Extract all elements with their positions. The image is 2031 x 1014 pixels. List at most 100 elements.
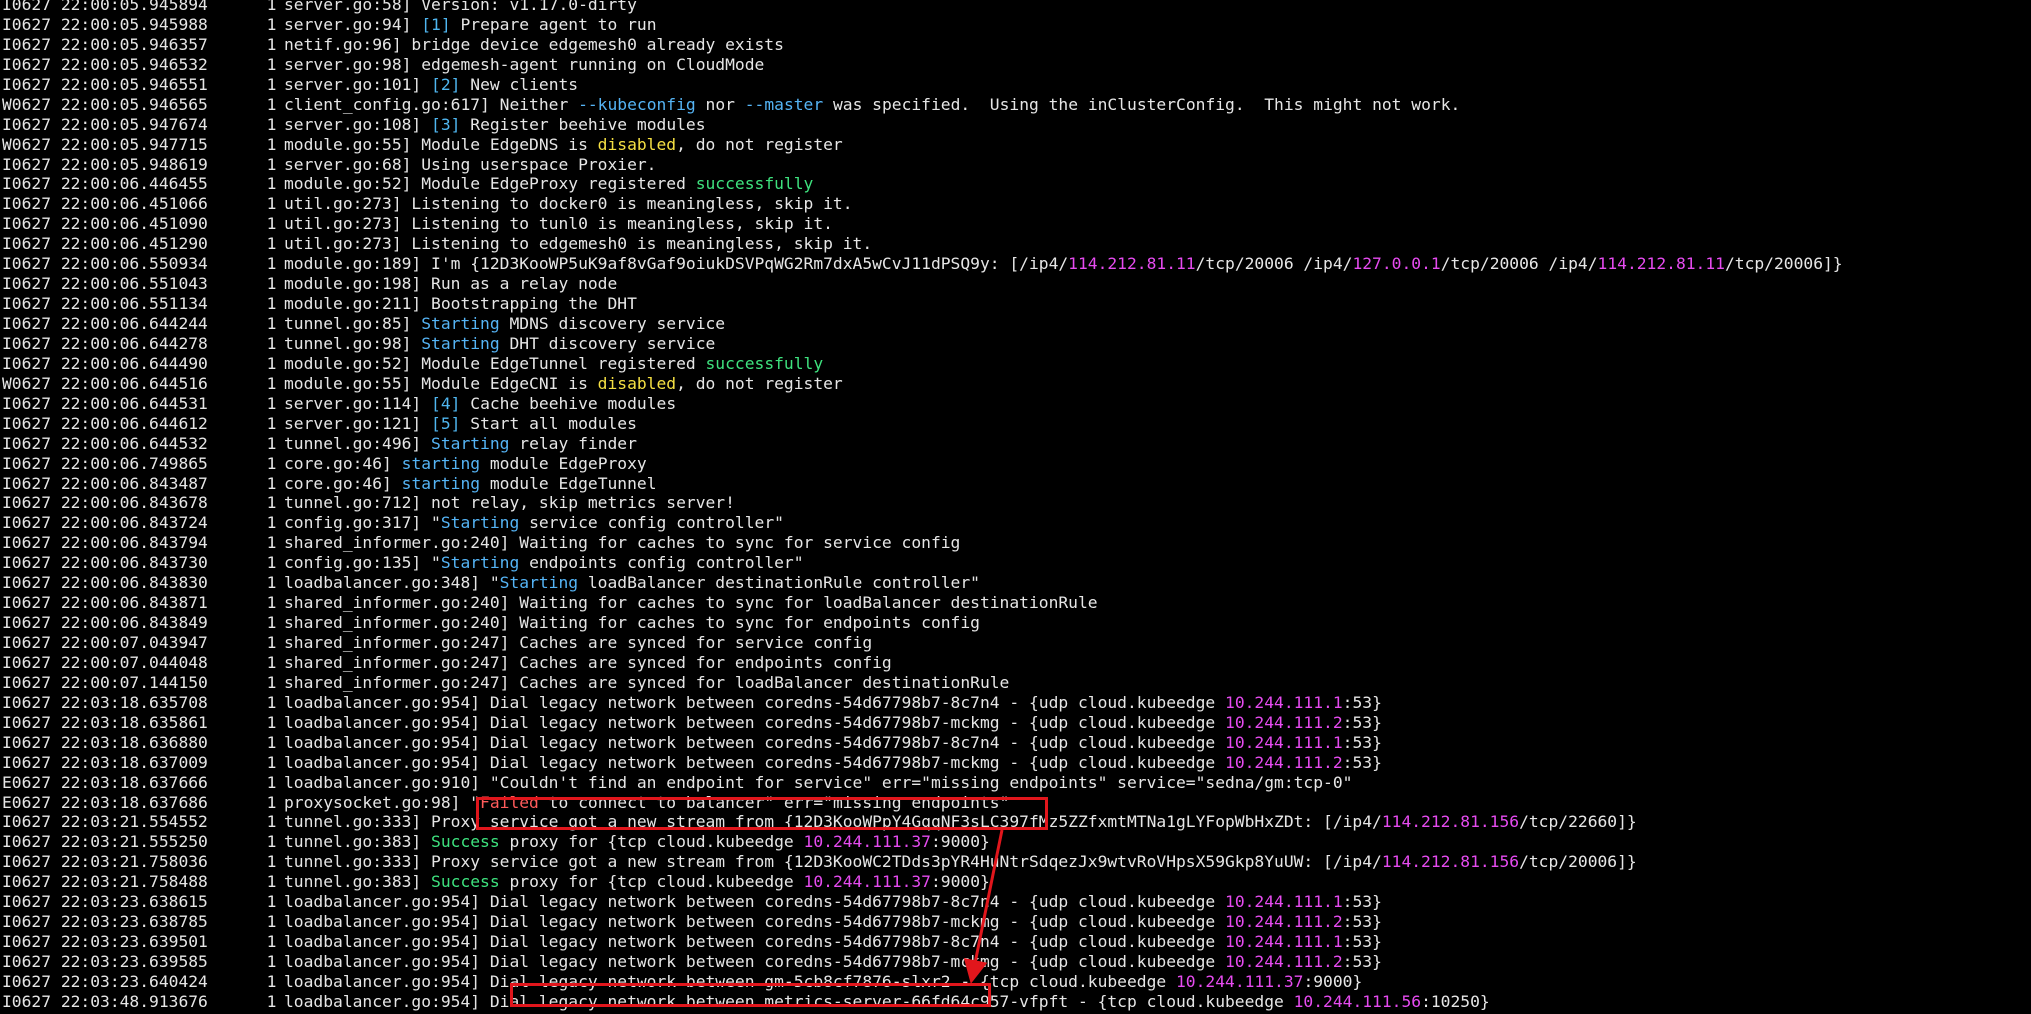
log-text: client_config.go:617] Neither [284, 94, 579, 114]
log-text: was specified. Using the inClusterConfig… [823, 94, 1461, 114]
log-line: I0627 22:00:06.843794 1 shared_informer.g… [0, 533, 2031, 553]
log-line: I0627 22:03:21.758488 1 tunnel.go:383] Su… [0, 872, 2031, 892]
log-text: core.go:46] [284, 473, 402, 493]
log-timestamp: I0627 22:00:06.843871 1 [2, 593, 277, 613]
log-text: /tcp/20006 /ip4/ [1195, 254, 1353, 274]
log-line: I0627 22:00:05.946551 1 server.go:101] [2… [0, 75, 2031, 95]
log-text: module EdgeProxy [480, 453, 647, 473]
log-warn-token: disabled [597, 373, 677, 393]
log-timestamp: I0627 22:00:05.948619 1 [2, 154, 277, 174]
log-line: I0627 22:00:06.451290 1 util.go:273] List… [0, 234, 2031, 254]
log-line: I0627 22:00:05.945894 1 server.go:58] Ver… [0, 0, 2031, 15]
log-text: to connect to balancer" err="missing end… [538, 792, 1010, 812]
log-timestamp: I0627 22:03:21.554552 1 [2, 812, 277, 832]
log-text: module.go:55] Module EdgeDNS is [284, 134, 598, 154]
log-ip-token: 10.244.111.37 [803, 832, 931, 852]
log-timestamp: I0627 22:00:06.644531 1 [2, 393, 277, 413]
log-line: I0627 22:00:06.843724 1 config.go:317] "S… [0, 513, 2031, 533]
log-text: tunnel.go:333] Proxy service got a new s… [284, 812, 1382, 832]
log-text: server.go:68] Using userspace Proxier. [284, 154, 657, 174]
log-text: proxy for {tcp cloud.kubeedge [499, 872, 804, 892]
log-line: I0627 22:00:06.446455 1 module.go:52] Mod… [0, 174, 2031, 194]
log-timestamp: I0627 22:00:06.451066 1 [2, 194, 277, 214]
log-ip-token: 114.212.81.156 [1381, 852, 1520, 872]
log-start-token: starting [401, 473, 481, 493]
log-timestamp: I0627 22:00:05.946551 1 [2, 74, 277, 94]
log-start-token: Starting [421, 314, 500, 333]
log-text: tunnel.go:383] [284, 832, 432, 852]
log-timestamp: W0627 22:00:05.947715 1 [2, 134, 277, 154]
log-text: server.go:114] [284, 393, 432, 413]
log-text: loadbalancer.go:954] Dial legacy network… [284, 971, 1176, 991]
log-line: I0627 22:00:06.644278 1 tunnel.go:98] Sta… [0, 334, 2031, 354]
log-timestamp: I0627 22:03:18.636880 1 [2, 732, 277, 752]
log-text: :53} [1342, 752, 1382, 772]
log-timestamp: I0627 22:00:06.644278 1 [2, 333, 277, 353]
log-timestamp: I0627 22:00:06.843849 1 [2, 613, 277, 633]
log-text: :53} [1342, 732, 1382, 752]
log-line: I0627 22:00:06.749865 1 core.go:46] start… [0, 454, 2031, 474]
log-text: :9000} [930, 872, 990, 892]
log-text: module.go:211] Bootstrapping the DHT [284, 294, 637, 314]
log-ip-token: 10.244.111.2 [1225, 912, 1343, 932]
log-line: I0627 22:00:05.948619 1 server.go:68] Usi… [0, 155, 2031, 175]
log-text: tunnel.go:98] [284, 333, 422, 353]
log-line: I0627 22:00:06.644532 1 tunnel.go:496] St… [0, 434, 2031, 454]
log-line: I0627 22:00:06.550934 1 module.go:189] I'… [0, 254, 2031, 274]
log-number-token: [4] [431, 393, 461, 413]
log-timestamp: I0627 22:00:06.451090 1 [2, 214, 277, 234]
log-timestamp: I0627 22:00:06.446455 1 [2, 174, 277, 194]
log-text: relay finder [509, 433, 637, 453]
log-timestamp: I0627 22:00:06.644532 1 [2, 433, 277, 453]
terminal-log[interactable]: I0627 22:00:05.945894 1 server.go:58] Ver… [0, 0, 2031, 1011]
log-timestamp: W0627 22:00:05.946565 1 [2, 94, 277, 114]
log-text: module.go:198] Run as a relay node [284, 274, 618, 294]
log-text: shared_informer.go:247] Caches are synce… [284, 672, 1010, 692]
log-number-token: [2] [431, 74, 461, 94]
log-text: Cache beehive modules [460, 393, 677, 413]
log-text: loadbalancer.go:954] Dial legacy network… [284, 892, 1226, 912]
log-ip-token: 10.244.111.37 [1176, 971, 1304, 991]
log-timestamp: I0627 22:03:23.639501 1 [2, 932, 277, 952]
log-line: E0627 22:03:18.637666 1 loadbalancer.go:9… [0, 773, 2031, 793]
log-timestamp: I0627 22:00:06.551134 1 [2, 294, 277, 314]
log-text: util.go:273] Listening to docker0 is mea… [284, 194, 853, 214]
log-ip-token: 127.0.0.1 [1352, 254, 1441, 274]
log-ok-token: successfully [705, 353, 824, 373]
log-number-token: [1] [421, 14, 451, 34]
log-start-token: Starting [421, 333, 500, 353]
log-text: /tcp/20006]} [1519, 852, 1637, 872]
log-line: I0627 22:03:23.638615 1 loadbalancer.go:9… [0, 892, 2031, 912]
log-text: :9000} [930, 832, 990, 852]
log-timestamp: I0627 22:03:23.640424 1 [2, 971, 277, 991]
log-flag-token: --kubeconfig [578, 94, 696, 114]
log-text: tunnel.go:333] Proxy service got a new s… [284, 852, 1382, 872]
log-text: , do not register [676, 373, 843, 393]
log-text: :9000} [1303, 971, 1363, 991]
log-text: module EdgeTunnel [480, 473, 657, 493]
log-timestamp: I0627 22:00:07.044048 1 [2, 652, 277, 672]
log-text: loadbalancer.go:910] "Couldn't find an e… [284, 772, 1353, 792]
log-line: I0627 22:00:05.947674 1 server.go:108] [3… [0, 115, 2031, 135]
log-text: endpoints config controller" [519, 553, 804, 573]
log-ip-token: 10.244.111.56 [1293, 991, 1422, 1011]
log-fail-token: Failed [480, 792, 539, 812]
log-text: config.go:135] " [284, 553, 441, 573]
log-text: /tcp/20006]} [1724, 254, 1843, 274]
log-line: I0627 22:00:06.843678 1 tunnel.go:712] no… [0, 493, 2031, 513]
log-line: I0627 22:00:06.644531 1 server.go:114] [4… [0, 394, 2031, 414]
log-start-token: Starting [440, 513, 520, 533]
log-line: W0627 22:00:05.947715 1 module.go:55] Mod… [0, 135, 2031, 155]
log-text: /tcp/20006 /ip4/ [1440, 254, 1598, 274]
log-text: loadbalancer.go:954] Dial legacy network… [284, 952, 1226, 971]
log-timestamp: I0627 22:00:06.644612 1 [2, 413, 277, 433]
log-line: I0627 22:03:23.639585 1 loadbalancer.go:9… [0, 952, 2031, 972]
log-timestamp: I0627 22:00:06.644490 1 [2, 353, 277, 373]
log-text: shared_informer.go:240] Waiting for cach… [284, 593, 1098, 613]
log-line: I0627 22:00:05.946532 1 server.go:98] edg… [0, 55, 2031, 75]
log-line: I0627 22:00:06.644244 1 tunnel.go:85] Sta… [0, 314, 2031, 334]
log-timestamp: I0627 22:00:07.043947 1 [2, 633, 277, 652]
log-text: loadbalancer.go:954] Dial legacy network… [284, 712, 1226, 732]
log-text: Prepare agent to run [450, 14, 657, 34]
log-line: I0627 22:03:21.554552 1 tunnel.go:333] Pr… [0, 812, 2031, 832]
